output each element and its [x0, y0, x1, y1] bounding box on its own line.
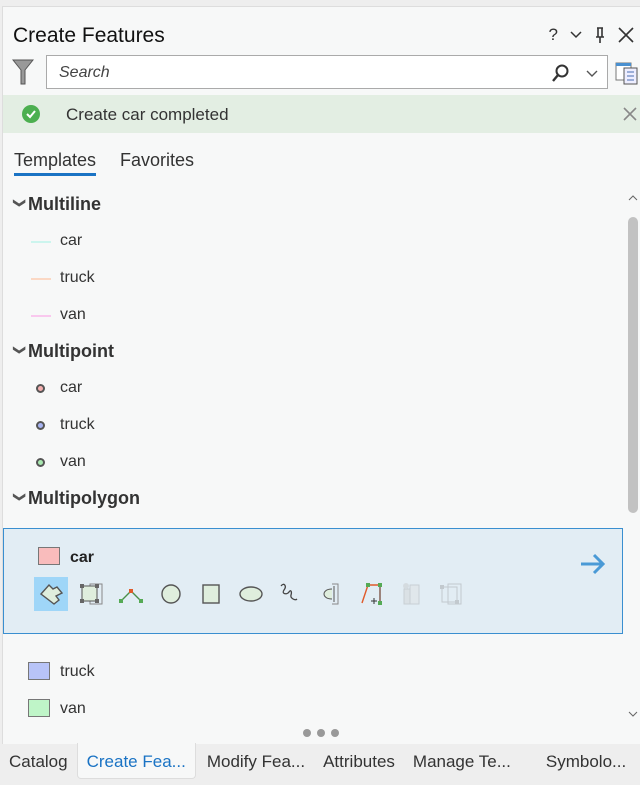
filter-icon[interactable] — [12, 59, 34, 85]
polygon-swatch — [28, 662, 50, 680]
polygon-swatch — [28, 699, 50, 717]
line-swatch — [31, 241, 51, 243]
tab-templates[interactable]: Templates — [14, 150, 97, 176]
point-swatch — [36, 384, 45, 393]
search-icon[interactable] — [551, 64, 569, 82]
dismiss-icon[interactable] — [623, 107, 637, 121]
trace-tool-icon[interactable] — [314, 577, 348, 611]
selected-template-car[interactable]: car — [3, 528, 623, 634]
chevron-down-icon: ❯ — [13, 345, 27, 356]
bottom-tab-bar: Catalog Create Fea... Modify Fea... Attr… — [0, 743, 640, 785]
freehand-tool-icon[interactable] — [274, 577, 308, 611]
vertex-line-tool-icon[interactable] — [114, 577, 148, 611]
dropdown-chevron-icon[interactable] — [586, 70, 598, 78]
scrollbar-thumb[interactable] — [628, 217, 638, 513]
line-swatch — [31, 278, 51, 280]
list-item[interactable]: van — [60, 700, 86, 718]
tab-catalog[interactable]: Catalog — [0, 743, 77, 779]
list-item[interactable]: car — [60, 379, 82, 397]
resize-grip[interactable] — [303, 729, 339, 737]
list-item[interactable]: truck — [60, 269, 95, 287]
vertical-scrollbar[interactable] — [624, 189, 640, 725]
right-angle-tool-icon[interactable] — [354, 577, 388, 611]
point-swatch — [36, 421, 45, 430]
search-input[interactable]: Search — [46, 55, 608, 89]
manage-templates-icon[interactable] — [615, 61, 639, 85]
scroll-down-icon[interactable] — [628, 711, 638, 717]
tab-attributes[interactable]: Attributes — [314, 743, 404, 779]
scroll-up-icon[interactable] — [628, 195, 638, 201]
tab-favorites[interactable]: Favorites — [120, 150, 194, 171]
help-button[interactable]: ? — [549, 25, 558, 45]
rectangle-frame-tool-icon[interactable] — [74, 577, 108, 611]
list-item[interactable]: van — [60, 453, 86, 471]
tab-symbology[interactable]: Symbolo... — [520, 743, 635, 779]
auto-complete-tool-icon — [394, 577, 428, 611]
chevron-down-icon[interactable] — [570, 31, 582, 39]
chevron-down-icon: ❯ — [13, 492, 27, 503]
create-features-pane: Create Features ? Search Create car comp… — [2, 6, 640, 744]
list-item[interactable]: truck — [60, 663, 95, 681]
arrow-right-icon[interactable] — [580, 553, 606, 575]
list-item[interactable]: truck — [60, 416, 95, 434]
close-icon[interactable] — [618, 27, 634, 43]
tab-modify-features[interactable]: Modify Fea... — [196, 743, 314, 779]
rectangle-tool-icon[interactable] — [194, 577, 228, 611]
point-swatch — [36, 458, 45, 467]
group-multiline[interactable]: ❯Multiline — [12, 194, 101, 215]
template-name: car — [70, 549, 95, 566]
tab-manage-templates[interactable]: Manage Te... — [404, 743, 520, 779]
check-circle-icon — [22, 105, 40, 123]
tab-create-features[interactable]: Create Fea... — [76, 743, 196, 779]
list-item[interactable]: car — [60, 232, 82, 250]
list-item[interactable]: van — [60, 306, 86, 324]
pin-icon[interactable] — [594, 27, 606, 43]
status-banner: Create car completed — [3, 95, 640, 133]
polygon-tool-icon[interactable] — [34, 577, 68, 611]
ellipse-tool-icon[interactable] — [234, 577, 268, 611]
group-multipolygon[interactable]: ❯Multipolygon — [12, 488, 140, 509]
pane-title: Create Features — [13, 24, 165, 47]
group-multipoint[interactable]: ❯Multipoint — [12, 341, 114, 362]
circle-tool-icon[interactable] — [154, 577, 188, 611]
template-list: ❯Multiline car truck van ❯Multipoint car… — [3, 189, 623, 725]
chevron-down-icon: ❯ — [13, 198, 27, 209]
split-polygon-tool-icon — [434, 577, 468, 611]
line-swatch — [31, 315, 51, 317]
polygon-swatch — [38, 547, 60, 565]
